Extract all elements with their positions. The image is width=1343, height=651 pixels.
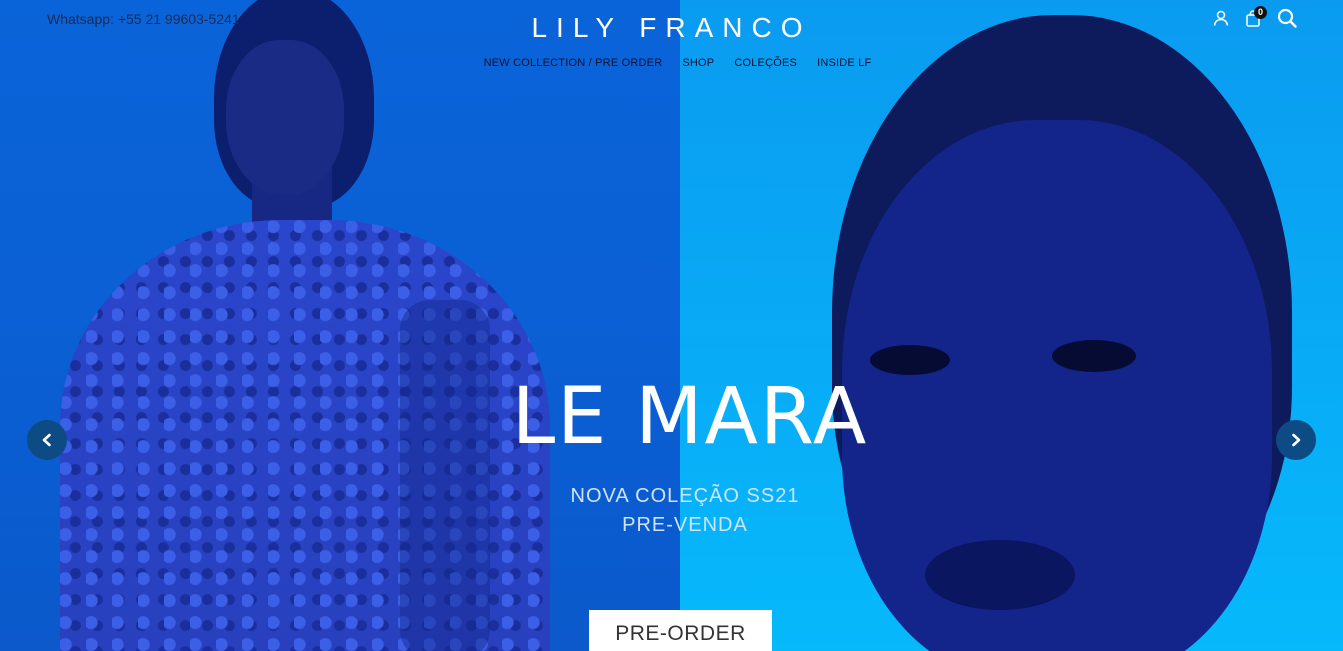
hero-image-right	[680, 0, 1343, 651]
brand-logo[interactable]: LILY FRANCO	[0, 12, 1343, 44]
cart-count-badge: 0	[1254, 5, 1267, 19]
model-eye	[1052, 340, 1136, 372]
hero-image-left	[0, 0, 680, 651]
cart-icon[interactable]: 0	[1245, 5, 1267, 32]
nav-item-shop[interactable]: SHOP	[682, 57, 714, 69]
hero-subtitle-line2: PRE-VENDA	[622, 514, 748, 536]
slider-prev-button[interactable]	[27, 420, 67, 460]
model-eye	[870, 345, 950, 375]
hero-subtitle-line1: NOVA COLEÇÃO SS21	[570, 485, 800, 507]
user-icon[interactable]	[1213, 10, 1229, 31]
chevron-left-icon	[42, 433, 51, 447]
pre-order-button[interactable]: PRE-ORDER	[589, 610, 772, 651]
main-nav: NEW COLLECTION / PRE ORDER SHOP COLEÇÕES…	[0, 57, 1343, 69]
header-icons: 0	[1213, 5, 1297, 33]
hero-title: LE MARA	[511, 372, 869, 462]
search-icon[interactable]	[1277, 8, 1297, 33]
slider-next-button[interactable]	[1276, 420, 1316, 460]
dress-shadow	[400, 300, 490, 651]
nav-item-colecoes[interactable]: COLEÇÕES	[734, 57, 797, 69]
nav-item-inside-lf[interactable]: INSIDE LF	[817, 57, 871, 69]
hero-subtitle: NOVA COLEÇÃO SS21 PRE-VENDA	[0, 482, 1343, 540]
nav-item-new-collection[interactable]: NEW COLLECTION / PRE ORDER	[484, 57, 663, 69]
home-page: Whatsapp: +55 21 99603-5241 LILY FRANCO …	[0, 0, 1343, 651]
chevron-right-icon	[1292, 433, 1301, 447]
model-lips	[925, 540, 1075, 610]
